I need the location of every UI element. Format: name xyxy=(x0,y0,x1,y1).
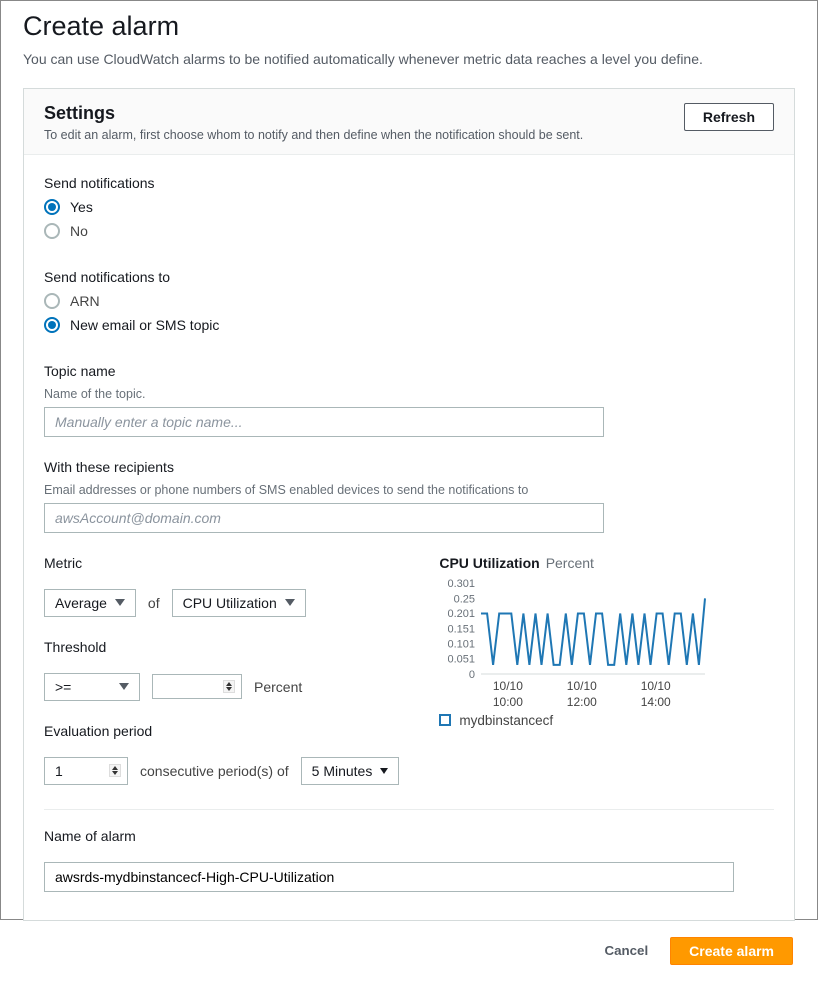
evaluation-consecutive-label: consecutive period(s) of xyxy=(140,763,289,779)
topic-name-label: Topic name xyxy=(44,363,774,379)
svg-text:0.151: 0.151 xyxy=(448,623,476,635)
chart-title: CPU Utilization xyxy=(439,555,539,571)
metric-form-column: Metric Average of CPU Utilization xyxy=(44,555,399,785)
send-notifications-yes[interactable]: Yes xyxy=(44,199,774,215)
select-value: >= xyxy=(55,679,71,695)
svg-text:10/10: 10/10 xyxy=(493,679,523,693)
svg-text:0.101: 0.101 xyxy=(448,638,476,650)
threshold-comparator-select[interactable]: >= xyxy=(44,673,140,701)
legend-swatch-icon xyxy=(439,714,451,726)
stepper-icon xyxy=(223,680,235,693)
svg-text:0: 0 xyxy=(469,669,475,681)
alarm-name-input[interactable] xyxy=(44,862,734,892)
send-to-label: Send notifications to xyxy=(44,269,774,285)
radio-icon xyxy=(44,293,60,309)
alarm-name-label: Name of alarm xyxy=(44,828,774,844)
create-alarm-button[interactable]: Create alarm xyxy=(670,937,793,965)
chart-legend: mydbinstancecf xyxy=(439,713,774,728)
settings-panel: Settings To edit an alarm, first choose … xyxy=(23,88,795,921)
radio-label: No xyxy=(70,223,88,239)
evaluation-label: Evaluation period xyxy=(44,723,399,739)
svg-text:0.051: 0.051 xyxy=(448,653,476,665)
svg-text:0.301: 0.301 xyxy=(448,579,476,590)
cpu-utilization-chart: 00.0510.1010.1510.2010.250.30110/1010:00… xyxy=(439,579,709,699)
send-to-arn[interactable]: ARN xyxy=(44,293,774,309)
metric-of-label: of xyxy=(148,595,160,611)
threshold-label: Threshold xyxy=(44,639,399,655)
radio-icon xyxy=(44,317,60,333)
topic-name-input[interactable] xyxy=(44,407,604,437)
radio-label: ARN xyxy=(70,293,100,309)
radio-label: Yes xyxy=(70,199,93,215)
page-description: You can use CloudWatch alarms to be noti… xyxy=(23,50,795,70)
svg-text:10/10: 10/10 xyxy=(641,679,671,693)
create-alarm-dialog: Create alarm You can use CloudWatch alar… xyxy=(0,0,818,920)
send-notifications-label: Send notifications xyxy=(44,175,774,191)
svg-text:14:00: 14:00 xyxy=(641,695,671,709)
settings-title-block: Settings To edit an alarm, first choose … xyxy=(44,103,583,142)
svg-text:10/10: 10/10 xyxy=(567,679,597,693)
input-value: 1 xyxy=(55,763,63,779)
evaluation-duration-select[interactable]: 5 Minutes xyxy=(301,757,400,785)
dialog-footer: Cancel Create alarm xyxy=(23,921,795,983)
stepper-icon xyxy=(109,764,121,777)
svg-text:0.25: 0.25 xyxy=(454,593,475,605)
threshold-unit-label: Percent xyxy=(254,679,302,695)
send-notifications-no[interactable]: No xyxy=(44,223,774,239)
settings-title: Settings xyxy=(44,103,583,124)
chevron-down-icon xyxy=(285,599,295,606)
send-to-new-topic[interactable]: New email or SMS topic xyxy=(44,317,774,333)
threshold-value-input[interactable] xyxy=(152,674,242,699)
metric-label: Metric xyxy=(44,555,399,571)
recipients-input[interactable] xyxy=(44,503,604,533)
settings-subtitle: To edit an alarm, first choose whom to n… xyxy=(44,128,583,142)
metric-stat-select[interactable]: Average xyxy=(44,589,136,617)
chevron-down-icon xyxy=(119,683,129,690)
refresh-button[interactable]: Refresh xyxy=(684,103,774,131)
radio-icon xyxy=(44,223,60,239)
page-title: Create alarm xyxy=(23,11,795,42)
svg-text:10:00: 10:00 xyxy=(493,695,523,709)
settings-panel-body: Send notifications Yes No Send notificat… xyxy=(24,155,794,920)
chart-column: CPU Utilization Percent 0 0.051 0.101 0.151… xyxy=(439,555,774,728)
cancel-button[interactable]: Cancel xyxy=(598,942,654,959)
recipients-helper: Email addresses or phone numbers of SMS … xyxy=(44,483,774,497)
recipients-label: With these recipients xyxy=(44,459,774,475)
select-value: 5 Minutes xyxy=(312,763,373,779)
chart-unit: Percent xyxy=(546,555,594,571)
settings-panel-header: Settings To edit an alarm, first choose … xyxy=(24,89,794,155)
metric-name-select[interactable]: CPU Utilization xyxy=(172,589,306,617)
select-value: Average xyxy=(55,595,107,611)
select-value: CPU Utilization xyxy=(183,595,277,611)
chevron-down-icon xyxy=(380,768,388,774)
radio-label: New email or SMS topic xyxy=(70,317,219,333)
chart-svg: 0 0.051 0.101 0.151 0.201 0.25 0.301 10/10 10:00… xyxy=(439,579,709,714)
radio-icon xyxy=(44,199,60,215)
evaluation-periods-input[interactable]: 1 xyxy=(44,757,128,785)
metric-columns: Metric Average of CPU Utilization xyxy=(44,555,774,785)
svg-text:0.201: 0.201 xyxy=(448,608,476,620)
divider xyxy=(44,809,774,810)
chart-title-row: CPU Utilization Percent xyxy=(439,555,774,571)
legend-label: mydbinstancecf xyxy=(459,713,553,728)
svg-text:12:00: 12:00 xyxy=(567,695,597,709)
chevron-down-icon xyxy=(115,599,125,606)
topic-name-helper: Name of the topic. xyxy=(44,387,774,401)
